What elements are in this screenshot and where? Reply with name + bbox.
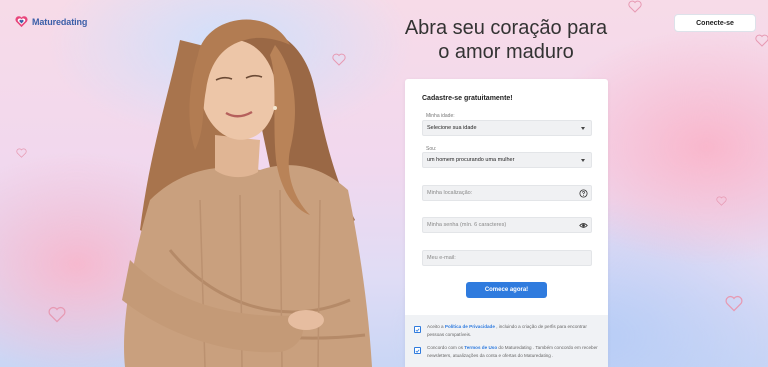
hero-photo — [122, 19, 372, 367]
terms-consent: Concordo com os Termos de Uso do Matured… — [414, 344, 603, 359]
check-icon — [415, 327, 420, 332]
heart-outline-icon — [755, 34, 768, 47]
hero-heading-line-1: Abra seu coração para — [404, 17, 608, 39]
heart-outline-icon — [48, 306, 66, 323]
eye-icon[interactable] — [579, 221, 588, 230]
privacy-policy-link[interactable]: Política de Privacidade — [445, 324, 495, 329]
age-select[interactable]: Selecione sua idade — [422, 120, 592, 136]
email-placeholder: Meu e-mail: — [427, 255, 456, 261]
email-input[interactable]: Meu e-mail: — [422, 250, 592, 266]
privacy-consent-text: Aceito a Política de Privacidade , inclu… — [427, 323, 603, 338]
seeking-select-value: um homem procurando uma mulher — [427, 157, 515, 163]
location-placeholder: Minha localização: — [427, 190, 473, 196]
login-button[interactable]: Conecte-se — [674, 14, 756, 32]
privacy-consent: Aceito a Política de Privacidade , inclu… — [414, 323, 603, 338]
heart-outline-icon — [716, 196, 727, 206]
seeking-select[interactable]: um homem procurando uma mulher — [422, 152, 592, 168]
privacy-consent-pre: Aceito a — [427, 324, 445, 329]
chevron-down-icon — [581, 159, 585, 162]
location-input[interactable]: Minha localização: — [422, 185, 592, 201]
consent-section: Aceito a Política de Privacidade , inclu… — [405, 315, 608, 367]
check-icon — [415, 348, 420, 353]
brand-name: Maturedating — [32, 16, 88, 27]
hero-heading: Abra seu coração para o amor maduro — [392, 16, 620, 64]
terms-of-use-link[interactable]: Termos de Uso — [464, 345, 497, 350]
heart-outline-icon — [16, 148, 27, 158]
terms-consent-pre: Concordo com os — [427, 345, 465, 350]
hero-heading-line-2: o amor maduro — [438, 41, 574, 63]
brand-logo[interactable]: Maturedating — [15, 15, 87, 28]
start-now-button[interactable]: Comece agora! — [466, 282, 547, 298]
password-input[interactable]: Minha senha (mín. 6 caracteres) — [422, 217, 592, 233]
heart-outline-icon — [628, 0, 642, 13]
heart-logo-icon — [15, 16, 28, 28]
chevron-down-icon — [581, 127, 585, 130]
help-circle-icon[interactable] — [579, 189, 588, 198]
age-select-value: Selecione sua idade — [427, 125, 477, 131]
form-title: Cadastre-se gratuitamente! — [422, 95, 513, 102]
terms-consent-text: Concordo com os Termos de Uso do Matured… — [427, 344, 603, 359]
signup-form-card: Cadastre-se gratuitamente! Minha idade: … — [405, 79, 608, 367]
heart-outline-icon — [725, 295, 743, 312]
age-label: Minha idade: — [426, 113, 455, 119]
privacy-checkbox[interactable] — [414, 326, 421, 333]
terms-checkbox[interactable] — [414, 347, 421, 354]
password-placeholder: Minha senha (mín. 6 caracteres) — [427, 222, 507, 228]
